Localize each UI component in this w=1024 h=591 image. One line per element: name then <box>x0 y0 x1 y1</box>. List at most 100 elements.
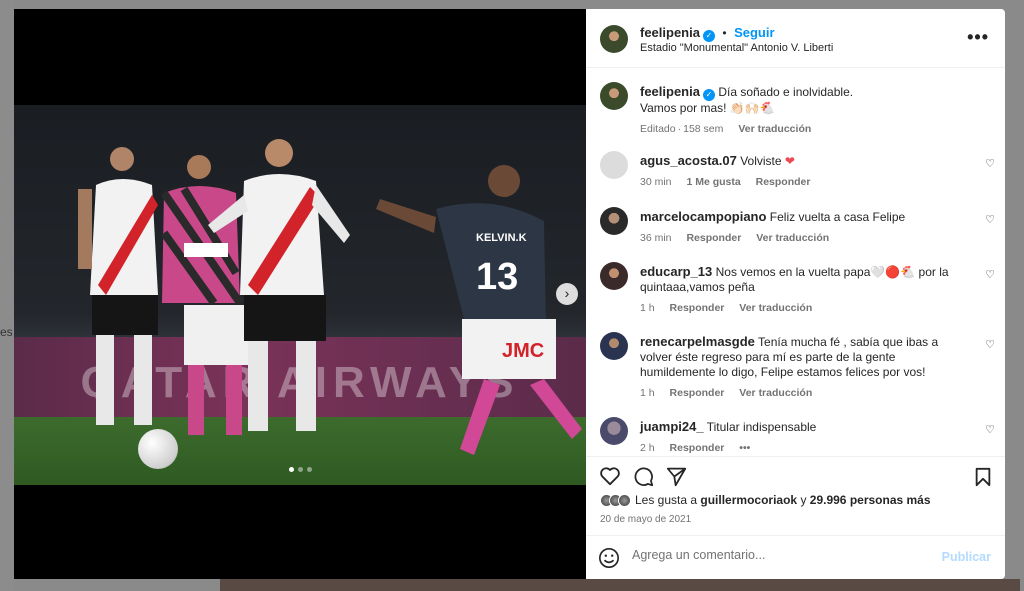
comment-avatar[interactable] <box>600 332 628 360</box>
comment-item: educarp_13 Nos vemos en la vuelta papa🤍🔴… <box>600 262 995 322</box>
author-username[interactable]: feelipenia <box>640 25 700 40</box>
like-comment-icon[interactable]: ♡ <box>985 268 995 281</box>
post-media: QATAR AIRWAYS 13 KELVIN.K JMC › <box>14 9 586 579</box>
comments-list: feelipenia ✓ Día soñado e inolvidable. Va… <box>586 69 1005 456</box>
soccer-ball <box>138 429 178 469</box>
comment-item: juampi24_ Titular indispensable 2 h Resp… <box>600 417 995 456</box>
comment-meta: 1 h Responder Ver traducción <box>640 301 970 316</box>
post-location[interactable]: Estadio "Monumental" Antonio V. Liberti <box>640 42 833 54</box>
comment-body: marcelocampopiano Feliz vuelta a casa Fe… <box>640 209 970 246</box>
reply-button[interactable]: Responder <box>670 387 725 399</box>
header-title-row: feelipenia ✓ • Seguir <box>640 24 775 42</box>
caption-line2: Vamos por mas! 👏🏻🙌🏻🐔 <box>640 101 775 115</box>
comment-username[interactable]: agus_acosta.07 <box>640 153 737 168</box>
jersey-name: KELVIN.K <box>476 232 527 244</box>
comment-username[interactable]: educarp_13 <box>640 264 712 279</box>
more-options-button[interactable]: ••• <box>967 27 989 48</box>
comment-likes-link[interactable]: 1 Me gusta <box>686 176 740 188</box>
caption-avatar[interactable] <box>600 82 628 110</box>
post-panel: feelipenia ✓ • Seguir Estadio "Monumental… <box>586 9 1005 579</box>
comment-item: renecarpelmasgde Tenía mucha fé , sabía … <box>600 332 995 402</box>
background-feed-bottom <box>220 579 1020 591</box>
background-feed-edge <box>0 0 14 591</box>
translate-link[interactable]: Ver traducción <box>756 232 829 244</box>
author-avatar[interactable] <box>600 25 628 53</box>
comment-username[interactable]: renecarpelmasgde <box>640 334 755 349</box>
publish-button[interactable]: Publicar <box>942 550 991 564</box>
background-text: es <box>0 325 13 339</box>
share-paper-plane-icon[interactable] <box>666 466 687 487</box>
comment-input[interactable] <box>632 548 932 562</box>
verified-icon: ✓ <box>702 30 715 42</box>
comment-avatar[interactable] <box>600 417 628 445</box>
comment-time: 2 h <box>640 442 655 454</box>
follow-button[interactable]: Seguir <box>734 25 774 40</box>
comment-time: 1 h <box>640 387 655 399</box>
caption-line1: Día soñado e inolvidable. <box>718 85 854 99</box>
action-bar <box>586 456 1005 490</box>
emoji-icon[interactable] <box>598 547 620 569</box>
caption: feelipenia ✓ Día soñado e inolvidable. Va… <box>600 82 995 142</box>
comment-text: Titular indispensable <box>706 420 817 434</box>
comment-avatar[interactable] <box>600 262 628 290</box>
comment-text: Volviste <box>740 154 782 168</box>
likes-others-link[interactable]: 29.996 personas más <box>810 493 931 507</box>
like-heart-icon[interactable] <box>599 466 621 486</box>
post-date[interactable]: 20 de mayo de 2021 <box>600 514 691 525</box>
caption-translate-link[interactable]: Ver traducción <box>738 123 811 135</box>
reply-button[interactable]: Responder <box>670 302 725 314</box>
separator-dot: • <box>722 26 727 40</box>
like-comment-icon[interactable]: ♡ <box>985 338 995 351</box>
reply-button[interactable]: Responder <box>686 232 741 244</box>
likes-user-link[interactable]: guillermocoriaok <box>700 493 797 507</box>
comment-text: Feliz vuelta a casa Felipe <box>769 210 906 224</box>
comment-body: educarp_13 Nos vemos en la vuelta papa🤍🔴… <box>640 264 970 316</box>
verified-icon: ✓ <box>702 89 715 101</box>
caption-username[interactable]: feelipenia <box>640 84 700 99</box>
comment-body: juampi24_ Titular indispensable 2 h Resp… <box>640 419 970 456</box>
carousel-dot <box>307 467 312 472</box>
comment-bubble-icon[interactable] <box>633 466 654 487</box>
comment-meta: 30 min 1 Me gusta Responder <box>640 175 970 190</box>
like-comment-icon[interactable]: ♡ <box>985 423 995 436</box>
like-comment-icon[interactable]: ♡ <box>985 213 995 226</box>
translate-link[interactable]: Ver traducción <box>739 387 812 399</box>
edited-label: Editado <box>640 123 676 135</box>
jersey-sponsor: JMC <box>502 340 544 362</box>
add-comment-bar: Publicar <box>586 535 1005 579</box>
reply-button[interactable]: Responder <box>756 176 811 188</box>
comment-username[interactable]: marcelocampopiano <box>640 209 766 224</box>
caption-age: 158 sem <box>683 123 724 135</box>
next-image-button[interactable]: › <box>556 283 578 305</box>
comment-time: 30 min <box>640 176 672 188</box>
player-white-center <box>208 139 350 431</box>
comment-time: 36 min <box>640 232 672 244</box>
jersey-number: 13 <box>476 256 518 298</box>
liker-avatar[interactable] <box>618 493 631 507</box>
caption-meta: Editado · 158 sem Ver traducción <box>640 122 970 137</box>
comment-meta: 2 h Responder ••• <box>640 441 970 456</box>
comment-options-button[interactable]: ••• <box>739 442 750 454</box>
translate-link[interactable]: Ver traducción <box>739 302 812 314</box>
post-photo: QATAR AIRWAYS 13 KELVIN.K JMC <box>14 105 586 485</box>
reply-button[interactable]: Responder <box>670 442 725 454</box>
post-header: feelipenia ✓ • Seguir Estadio "Monumental… <box>586 9 1005 68</box>
likes-prefix: Les gusta a <box>635 493 698 507</box>
meta-dot: · <box>677 123 682 135</box>
comment-item: agus_acosta.07 Volviste ❤ 30 min 1 Me gu… <box>600 151 995 201</box>
comment-time: 1 h <box>640 302 655 314</box>
comment-avatar[interactable] <box>600 151 628 179</box>
carousel-dot <box>298 467 303 472</box>
comment-avatar[interactable] <box>600 207 628 235</box>
comment-item: marcelocampopiano Feliz vuelta a casa Fe… <box>600 207 995 257</box>
likes-text: Les gusta a guillermocoriaok y 29.996 pe… <box>635 493 931 507</box>
caption-body: feelipenia ✓ Día soñado e inolvidable. Va… <box>640 84 970 137</box>
carousel-dot-active <box>289 467 294 472</box>
comment-body: renecarpelmasgde Tenía mucha fé , sabía … <box>640 334 970 401</box>
comment-meta: 1 h Responder Ver traducción <box>640 386 970 401</box>
save-bookmark-icon[interactable] <box>974 467 992 487</box>
player-opponent-13: 13 KELVIN.K JMC <box>376 165 582 455</box>
like-comment-icon[interactable]: ♡ <box>985 157 995 170</box>
comment-username[interactable]: juampi24_ <box>640 419 704 434</box>
comment-body: agus_acosta.07 Volviste ❤ 30 min 1 Me gu… <box>640 153 970 190</box>
